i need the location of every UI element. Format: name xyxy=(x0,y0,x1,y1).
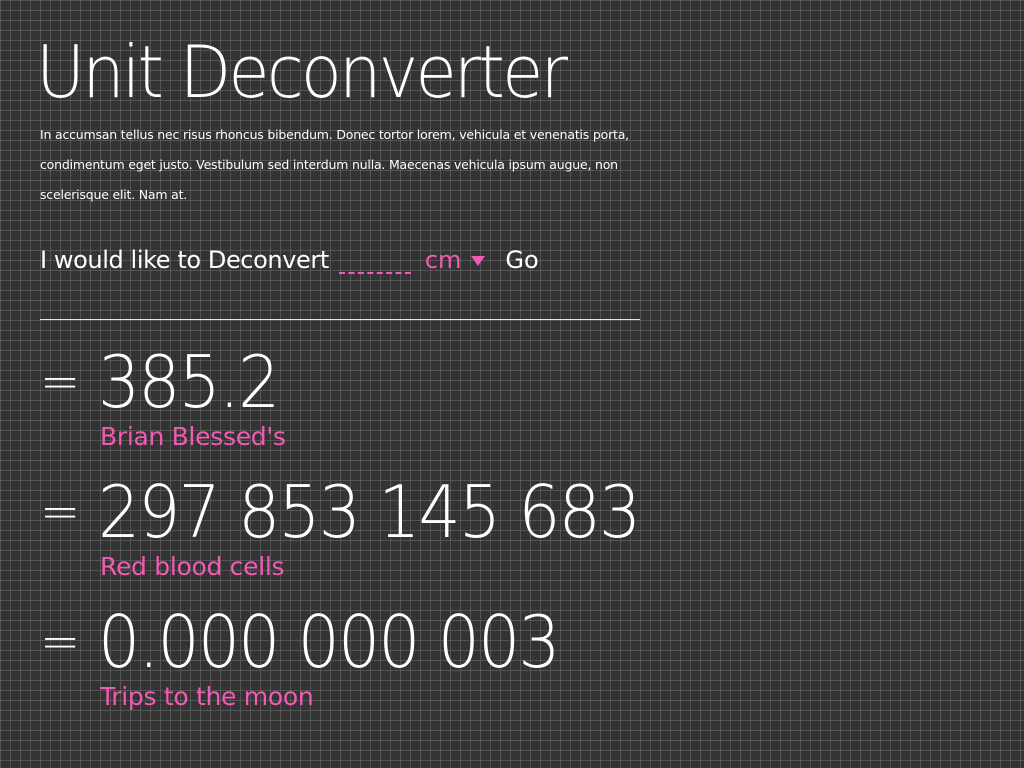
unit-label: cm xyxy=(424,246,462,274)
equals-sign: = xyxy=(40,354,81,410)
result-unit-label: Trips to the moon xyxy=(100,682,314,711)
divider xyxy=(40,319,640,320)
result-value: 385.2 xyxy=(98,340,280,424)
intro-text: In accumsan tellus nec risus rhoncus bib… xyxy=(40,127,629,202)
page: Unit Deconverter In accumsan tellus nec … xyxy=(0,0,1024,768)
value-input[interactable] xyxy=(338,246,411,274)
unit-select[interactable]: cm xyxy=(425,246,486,274)
result-unit-label: Brian Blessed's xyxy=(100,422,286,451)
results-list: = 385.2 Brian Blessed's = 297 853 145 68… xyxy=(40,340,940,730)
result-item: = 385.2 Brian Blessed's xyxy=(40,340,940,470)
caret-down-icon xyxy=(471,256,486,266)
result-value: 0.000 000 003 xyxy=(98,600,561,684)
result-item: = 0.000 000 003 Trips to the moon xyxy=(40,600,940,730)
equals-sign: = xyxy=(40,614,81,670)
result-unit-label: Red blood cells xyxy=(100,552,285,581)
converter-prompt: I would like to Deconvert xyxy=(40,246,329,274)
result-item: = 297 853 145 683 Red blood cells xyxy=(40,470,940,600)
converter-form: I would like to Deconvert cm Go xyxy=(40,240,539,280)
equals-sign: = xyxy=(40,484,81,540)
page-title: Unit Deconverter xyxy=(36,30,568,114)
result-value: 297 853 145 683 xyxy=(98,470,641,554)
go-button[interactable]: Go xyxy=(505,246,538,274)
